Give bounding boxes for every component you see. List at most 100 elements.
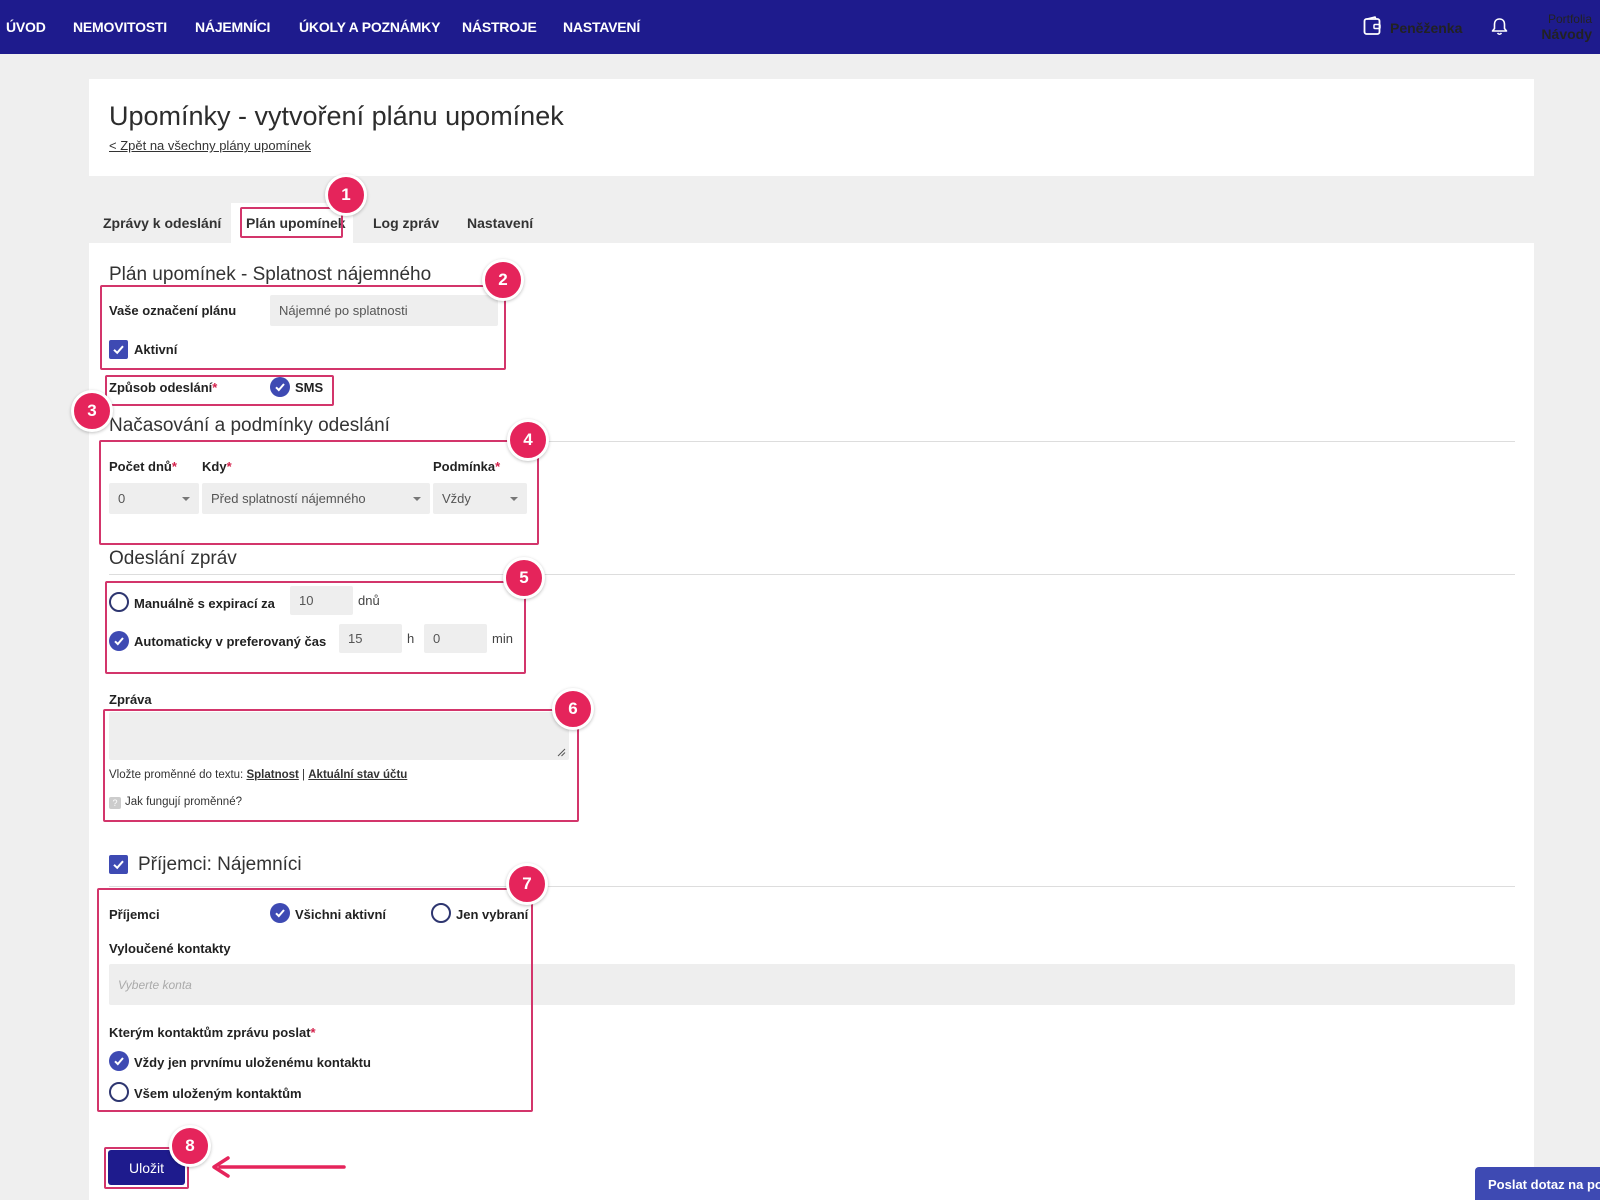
checkmark-icon [275, 909, 285, 918]
portfolio-switcher[interactable]: Portfolia Návody [1536, 12, 1592, 42]
condition-label: Podmínka* [433, 459, 500, 474]
condition-select-value: Vždy [442, 491, 471, 506]
plan-name-value: Nájemné po splatnosti [279, 303, 408, 318]
annotation-badge-8: 8 [169, 1125, 211, 1167]
when-label-text: Kdy [202, 459, 227, 474]
checkmark-icon [113, 860, 124, 870]
minutes-unit: min [492, 631, 513, 646]
excluded-contacts-select[interactable]: Vyberte konta [109, 964, 1515, 1005]
checkmark-icon [114, 637, 124, 646]
chevron-down-icon [510, 496, 518, 501]
when-select-value: Před splatností nájemného [211, 491, 366, 506]
recipients-label: Příjemci [109, 907, 160, 922]
days-select[interactable]: 0 [109, 483, 199, 514]
nav-item-nemovitosti[interactable]: NEMOVITOSTI [73, 19, 167, 35]
days-label-text: Počet dnů [109, 459, 172, 474]
condition-select[interactable]: Vždy [433, 483, 527, 514]
nav-item-ukoly[interactable]: ÚKOLY A POZNÁMKY [299, 19, 440, 35]
wallet-label: Peněženka [1390, 19, 1463, 36]
variables-help[interactable]: ? Jak fungují proměnné? [109, 796, 242, 809]
arrow-left-icon [212, 1156, 346, 1178]
recipients-checkbox[interactable] [109, 855, 128, 874]
selected-only-radio[interactable] [431, 903, 451, 923]
first-contact-radio[interactable] [109, 1051, 129, 1071]
all-contacts-label: Všem uloženým kontaktům [134, 1086, 302, 1101]
all-contacts-radio[interactable] [109, 1082, 129, 1102]
back-link[interactable]: < Zpět na všechny plány upomínek [109, 138, 311, 153]
all-active-radio[interactable] [270, 903, 290, 923]
tab-nastaveni[interactable]: Nastavení [467, 215, 533, 231]
timing-section-title: Načasování a podmínky odeslání [109, 415, 390, 436]
checkmark-icon [275, 383, 285, 392]
all-active-label: Všichni aktivní [295, 907, 387, 922]
when-label: Kdy* [202, 459, 232, 474]
portfolio-label: Portfolia [1547, 12, 1592, 26]
nav-item-najemnici[interactable]: NÁJEMNÍCI [195, 19, 270, 35]
annotation-badge-1: 1 [325, 174, 367, 216]
annotation-badge-5: 5 [503, 557, 545, 599]
active-label: Aktivní [134, 342, 178, 357]
wallet-icon [1363, 16, 1382, 39]
tab-zpravy-k-odeslani[interactable]: Zprávy k odeslání [103, 215, 221, 231]
excluded-contacts-label: Vyloučené kontakty [109, 941, 231, 956]
plan-name-label: Vaše označení plánu [109, 303, 237, 318]
bell-icon[interactable] [1491, 17, 1508, 41]
plan-name-input[interactable]: Nájemné po splatnosti [270, 295, 498, 326]
variable-separator: | [302, 769, 306, 781]
sms-checkbox[interactable] [270, 377, 290, 397]
wallet-button[interactable]: Peněženka [1363, 16, 1462, 39]
first-contact-label: Vždy jen prvnímu uloženému kontaktu [134, 1055, 371, 1070]
required-mark: * [212, 380, 218, 395]
auto-minutes-input[interactable]: 0 [424, 624, 487, 653]
help-icon: ? [109, 797, 121, 809]
tab-plan-upominek[interactable]: Plán upomínek [246, 215, 346, 231]
sending-section-title: Odeslání zpráv [109, 548, 237, 569]
auto-minutes-value: 0 [433, 631, 441, 646]
annotation-badge-7: 7 [506, 863, 548, 905]
manual-expiry-input[interactable]: 10 [290, 586, 353, 615]
variables-hint: Vložte proměnné do textu: Splatnost | Ak… [109, 769, 407, 781]
required-mark: * [310, 1025, 316, 1040]
divider [109, 886, 1515, 887]
recipients-section-title: Příjemci: Nájemníci [138, 854, 302, 875]
excluded-contacts-placeholder: Vyberte konta [118, 977, 192, 992]
condition-label-text: Podmínka [433, 459, 496, 474]
support-chat-button[interactable]: Poslat dotaz na podporu [1475, 1167, 1600, 1200]
sms-label: SMS [295, 380, 324, 395]
auto-label: Automaticky v preferovaný čas [134, 634, 327, 649]
variable-balance-link[interactable]: Aktuální stav účtu [308, 769, 407, 781]
nav-item-nastroje[interactable]: NÁSTROJE [462, 19, 537, 35]
hours-unit: h [407, 631, 415, 646]
tab-log-zprav[interactable]: Log zpráv [373, 215, 439, 231]
auto-radio[interactable] [109, 631, 129, 651]
which-contacts-label: Kterým kontaktům zprávu poslat* [109, 1025, 316, 1040]
nav-item-nastaveni[interactable]: NASTAVENÍ [563, 19, 640, 35]
portfolio-value: Návody [1541, 26, 1592, 42]
annotation-badge-6: 6 [552, 688, 594, 730]
variable-due-link[interactable]: Splatnost [246, 769, 298, 781]
variables-hint-prefix: Vložte proměnné do textu: [109, 769, 244, 781]
when-select[interactable]: Před splatností nájemného [202, 483, 430, 514]
divider [109, 574, 1515, 575]
checkmark-icon [114, 1057, 124, 1066]
resize-handle-icon[interactable] [557, 748, 566, 757]
which-contacts-label-text: Kterým kontaktům zprávu poslat [109, 1025, 311, 1040]
manual-label: Manuálně s expirací za [134, 596, 275, 611]
page-title: Upomínky - vytvoření plánu upomínek [109, 101, 564, 131]
nav-item-uvod[interactable]: ÚVOD [6, 19, 46, 35]
annotation-badge-2: 2 [482, 259, 524, 301]
manual-expiry-value: 10 [299, 593, 314, 608]
auto-hours-value: 15 [348, 631, 363, 646]
message-textarea[interactable] [109, 712, 569, 760]
variables-help-text: Jak fungují proměnné? [125, 796, 242, 808]
active-checkbox[interactable] [109, 340, 128, 359]
manual-unit: dnů [358, 593, 380, 608]
manual-radio[interactable] [109, 592, 129, 612]
send-method-label: Způsob odeslání* [109, 380, 217, 395]
divider [109, 441, 1515, 442]
plan-section-title: Plán upomínek - Splatnost nájemného [109, 264, 432, 285]
chevron-down-icon [182, 496, 190, 501]
auto-hours-input[interactable]: 15 [339, 624, 402, 653]
chevron-down-icon [413, 496, 421, 501]
required-mark: * [495, 459, 501, 474]
